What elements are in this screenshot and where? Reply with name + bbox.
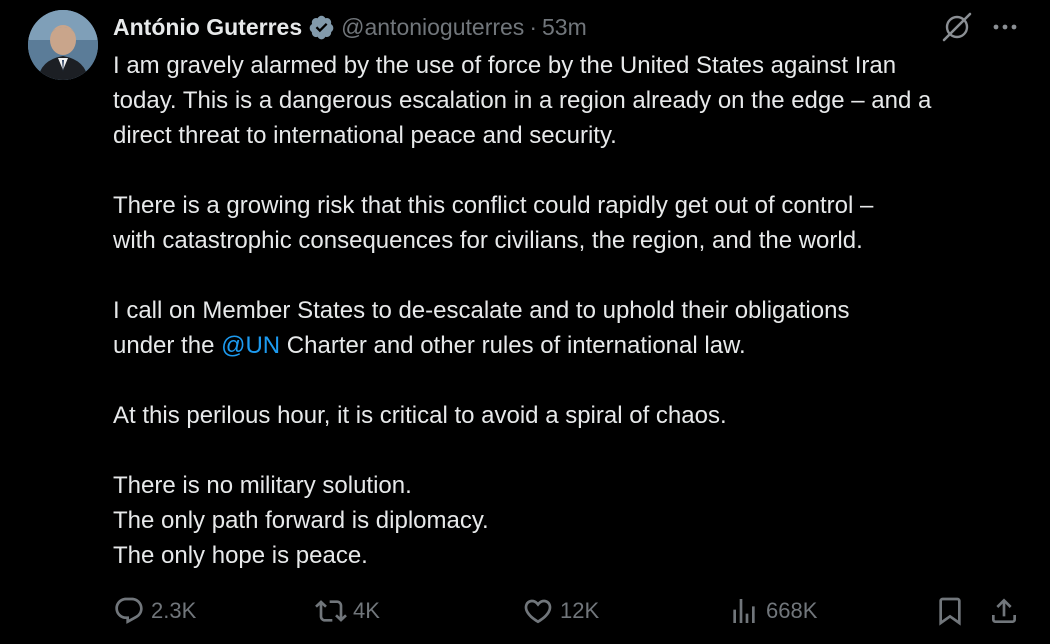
text-line: The only path forward is diplomacy. bbox=[113, 507, 489, 534]
text-line: with catastrophic consequences for civil… bbox=[113, 227, 863, 254]
share-icon bbox=[992, 598, 1016, 623]
text-line: There is no military solution. bbox=[113, 472, 412, 499]
more-icon[interactable] bbox=[988, 10, 1022, 44]
repost-count: 4K bbox=[353, 598, 380, 623]
repost-button[interactable]: 4K bbox=[315, 590, 380, 632]
avatar-photo bbox=[28, 10, 98, 80]
paragraph-1: I am gravely alarmed by the use of force… bbox=[113, 48, 1033, 153]
text-line: direct threat to international peace and… bbox=[113, 122, 617, 149]
avatar[interactable] bbox=[28, 10, 98, 80]
paragraph-3: I call on Member States to de-escalate a… bbox=[113, 293, 1033, 363]
separator-dot: · bbox=[529, 13, 537, 40]
reply-icon bbox=[115, 597, 143, 624]
like-button[interactable]: 12K bbox=[522, 590, 599, 632]
author-display-name[interactable]: António Guterres bbox=[113, 14, 302, 41]
text-line: today. This is a dangerous escalation in… bbox=[113, 87, 932, 114]
text-fragment: under the bbox=[113, 332, 222, 359]
paragraph-5: There is no military solution. The only … bbox=[113, 468, 1033, 573]
like-icon bbox=[524, 599, 552, 624]
repost-icon bbox=[315, 600, 347, 622]
bookmark-icon bbox=[939, 597, 961, 626]
text-line: At this perilous hour, it is critical to… bbox=[113, 402, 727, 429]
views-button[interactable]: 668K bbox=[728, 590, 817, 632]
text-fragment: Charter and other rules of international… bbox=[280, 332, 746, 359]
action-bar: 2.3K 4K 12K 668K bbox=[0, 590, 1050, 632]
text-line: The only hope is peace. bbox=[113, 542, 368, 569]
timestamp[interactable]: 53m bbox=[542, 14, 587, 41]
paragraph-2: There is a growing risk that this confli… bbox=[113, 188, 1033, 258]
bookmark-button[interactable] bbox=[934, 590, 966, 632]
text-line: There is a growing risk that this confli… bbox=[113, 192, 874, 219]
tweet-header: António Guterres @antonioguterres · 53m bbox=[113, 10, 587, 44]
text-line: I call on Member States to de-escalate a… bbox=[113, 297, 850, 324]
reply-button[interactable]: 2.3K bbox=[113, 590, 196, 632]
text-line: under the @UN Charter and other rules of… bbox=[113, 328, 1033, 363]
grok-icon[interactable] bbox=[940, 10, 974, 44]
reply-count: 2.3K bbox=[151, 598, 197, 623]
views-count: 668K bbox=[766, 598, 818, 623]
views-icon bbox=[733, 599, 755, 623]
text-line: I am gravely alarmed by the use of force… bbox=[113, 52, 897, 79]
paragraph-4: At this perilous hour, it is critical to… bbox=[113, 398, 1033, 433]
tweet-body: I am gravely alarmed by the use of force… bbox=[113, 48, 1033, 573]
author-handle[interactable]: @antonioguterres bbox=[341, 14, 524, 41]
verified-badge-icon[interactable] bbox=[308, 14, 335, 41]
like-count: 12K bbox=[560, 598, 600, 623]
mention-un-link[interactable]: @UN bbox=[221, 332, 280, 359]
share-button[interactable] bbox=[988, 590, 1020, 632]
